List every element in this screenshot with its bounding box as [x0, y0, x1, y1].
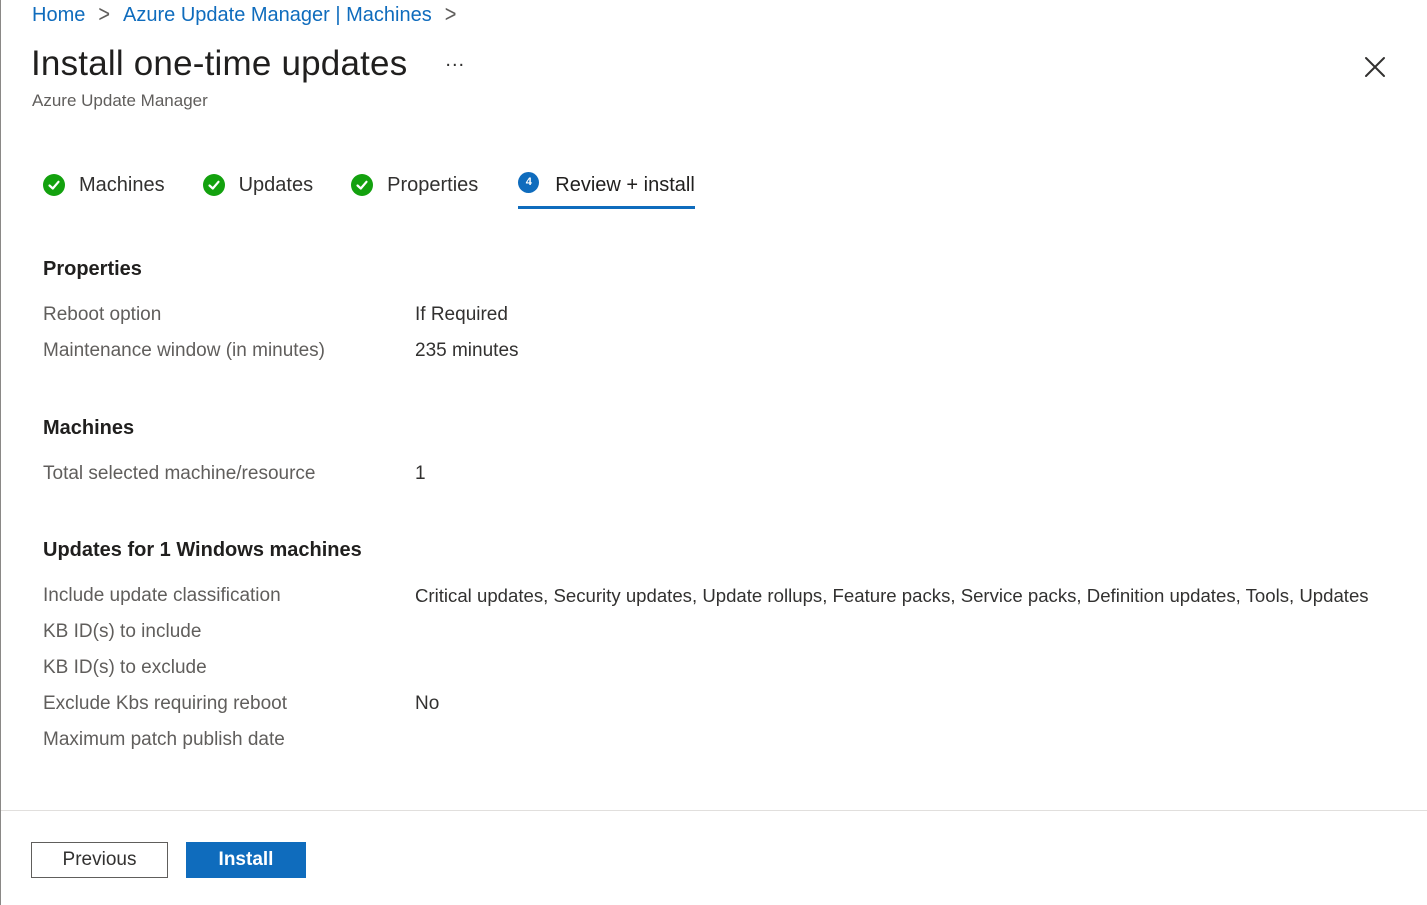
- row-label: Maintenance window (in minutes): [43, 340, 325, 361]
- title-row: Install one-time updates ...: [31, 44, 465, 84]
- row-value: No: [415, 693, 440, 714]
- previous-button[interactable]: Previous: [31, 842, 168, 878]
- step-number-badge: 4: [518, 171, 540, 193]
- row-label: Total selected machine/resource: [43, 463, 316, 484]
- install-button[interactable]: Install: [186, 842, 306, 878]
- wizard-tabs: Machines Updates Properties 4 Review + i…: [43, 168, 695, 209]
- row-value: 1: [415, 463, 426, 484]
- more-options-icon[interactable]: ...: [445, 49, 465, 72]
- section-heading-machines: Machines: [43, 417, 135, 439]
- footer-divider: [1, 810, 1427, 811]
- page-subtitle: Azure Update Manager: [32, 91, 208, 110]
- section-heading-properties: Properties: [43, 258, 142, 280]
- breadcrumb: Home > Azure Update Manager | Machines >: [32, 1, 469, 29]
- tab-updates[interactable]: Updates: [202, 168, 314, 202]
- breadcrumb-chevron-icon: >: [444, 1, 457, 29]
- row-label: Include update classification: [43, 585, 281, 606]
- row-label: Reboot option: [43, 304, 162, 325]
- tab-properties[interactable]: Properties: [351, 168, 478, 202]
- check-circle-icon: [43, 174, 65, 196]
- row-label: KB ID(s) to exclude: [43, 657, 207, 678]
- breadcrumb-machines[interactable]: Azure Update Manager | Machines: [123, 4, 432, 27]
- row-value: If Required: [415, 304, 508, 325]
- check-circle-icon: [202, 174, 225, 196]
- breadcrumb-home[interactable]: Home: [32, 4, 85, 27]
- tab-label: Updates: [238, 173, 314, 196]
- tab-label: Machines: [79, 173, 165, 196]
- row-label: Maximum patch publish date: [43, 729, 285, 750]
- row-value: Critical updates, Security updates, Upda…: [415, 585, 1369, 606]
- row-label: Exclude Kbs requiring reboot: [43, 693, 287, 714]
- close-icon[interactable]: [1362, 54, 1388, 80]
- tab-label: Properties: [387, 173, 479, 196]
- tab-label: Review + install: [555, 173, 695, 196]
- page-title: Install one-time updates: [31, 44, 408, 83]
- section-heading-updates: Updates for 1 Windows machines: [43, 539, 362, 561]
- check-circle-icon: [351, 174, 374, 196]
- panel-left-border: [0, 0, 1, 905]
- breadcrumb-chevron-icon: >: [98, 1, 111, 29]
- row-label: KB ID(s) to include: [43, 621, 202, 642]
- row-value: 235 minutes: [415, 340, 519, 361]
- tab-machines[interactable]: Machines: [43, 168, 165, 202]
- tab-review-install[interactable]: 4 Review + install: [518, 168, 695, 209]
